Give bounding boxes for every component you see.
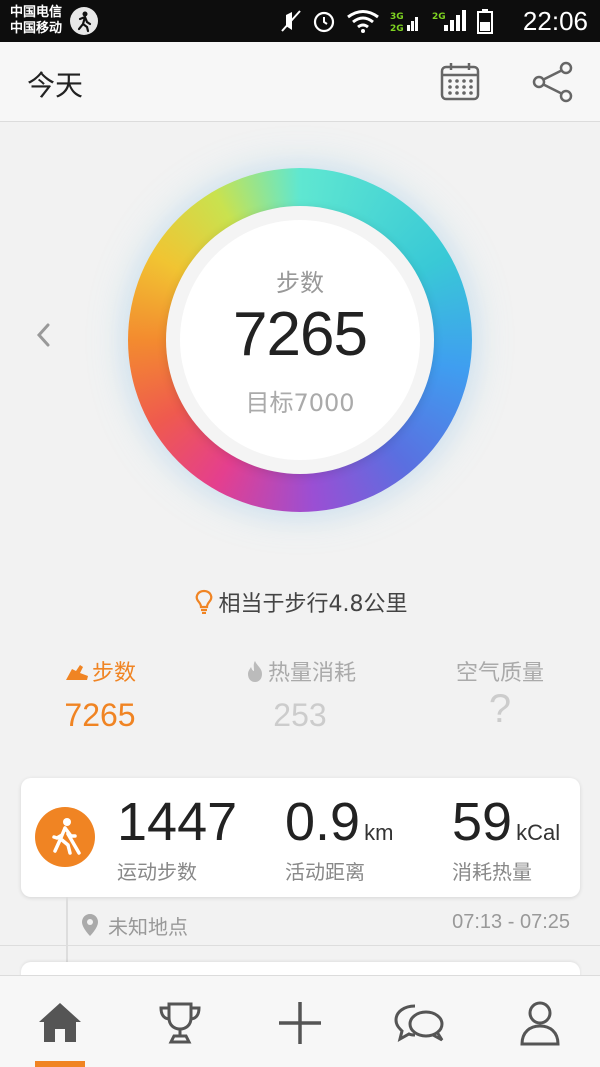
carrier-info: 中国电信 中国移动 bbox=[10, 5, 62, 37]
stat-calories-unit: kCal bbox=[516, 820, 561, 845]
stat-calories-value: 59 bbox=[452, 792, 513, 852]
activity-card[interactable]: 1447 运动步数 0.9 km 活动距离 59 kCal 消耗热量 bbox=[21, 778, 580, 897]
tab-calories-value: 253 bbox=[273, 697, 327, 733]
carrier-2: 中国移动 bbox=[10, 21, 63, 36]
trophy-icon bbox=[159, 1002, 201, 1044]
chevron-left-icon bbox=[36, 323, 50, 347]
nav-messages[interactable] bbox=[393, 998, 444, 1048]
distance-hint: 相当于步行4.8公里 bbox=[0, 586, 600, 620]
add-icon bbox=[279, 1002, 321, 1044]
svg-text:3G: 3G bbox=[390, 12, 404, 22]
bottom-navigation bbox=[0, 975, 600, 1067]
status-bar: 中国电信 中国移动 3G 2G 2G 22:06 bbox=[0, 0, 600, 42]
stat-steps-label: 运动步数 bbox=[117, 860, 197, 884]
step-ring-area: 步数 7265 目标7000 bbox=[0, 123, 600, 583]
lightbulb-icon bbox=[193, 588, 215, 620]
nav-add[interactable] bbox=[275, 998, 325, 1048]
ring-label: 步数 bbox=[276, 269, 324, 297]
carrier-1: 中国电信 bbox=[10, 5, 63, 20]
hint-text: 相当于步行4.8公里 bbox=[218, 592, 408, 617]
wifi-icon bbox=[346, 9, 380, 33]
flame-icon bbox=[244, 659, 266, 689]
location-name: 未知地点 bbox=[108, 915, 188, 939]
alarm-icon bbox=[312, 9, 336, 33]
mute-icon bbox=[280, 9, 302, 33]
calendar-icon bbox=[440, 63, 480, 101]
tab-steps[interactable]: 步数 7265 bbox=[0, 655, 200, 734]
stat-calories-label: 消耗热量 bbox=[452, 860, 532, 884]
chat-icon bbox=[394, 1004, 444, 1042]
tab-calories[interactable]: 热量消耗 253 bbox=[200, 655, 400, 734]
tab-calories-label: 热量消耗 bbox=[244, 655, 356, 689]
nav-home[interactable] bbox=[35, 998, 85, 1048]
app-header: 今天 bbox=[0, 42, 600, 122]
sport-notification-icon bbox=[70, 7, 98, 35]
tab-steps-value: 7265 bbox=[64, 697, 136, 733]
activity-time-range: 07:13 - 07:25 bbox=[452, 911, 570, 933]
stat-calories: 59 kCal 消耗热量 bbox=[452, 790, 560, 885]
step-goal: 目标7000 bbox=[245, 389, 355, 417]
tab-air-quality-value: ? bbox=[488, 687, 512, 731]
stat-distance-unit: km bbox=[364, 820, 394, 845]
share-icon bbox=[532, 61, 573, 103]
stat-distance-value: 0.9 bbox=[285, 792, 361, 852]
stat-steps: 1447 运动步数 bbox=[117, 790, 237, 885]
tab-air-quality-label: 空气质量 bbox=[455, 661, 544, 686]
svg-text:2G: 2G bbox=[390, 24, 404, 33]
status-clock: 22:06 bbox=[522, 6, 588, 36]
signal-2g-icon: 2G bbox=[432, 9, 466, 33]
home-icon bbox=[39, 1003, 81, 1042]
active-tab-indicator bbox=[35, 1061, 85, 1067]
stat-distance-label: 活动距离 bbox=[285, 860, 365, 884]
status-icons: 3G 2G 2G bbox=[280, 8, 494, 34]
summary-tabs: 步数 7265 热量消耗 253 空气质量 ? bbox=[0, 655, 600, 735]
profile-icon bbox=[520, 1001, 560, 1046]
shoe-icon bbox=[64, 661, 90, 689]
share-button[interactable] bbox=[530, 60, 576, 104]
divider bbox=[0, 945, 600, 946]
nav-profile[interactable] bbox=[515, 998, 565, 1048]
step-count: 7265 bbox=[233, 300, 368, 369]
page-title: 今天 bbox=[27, 69, 84, 102]
svg-text:2G: 2G bbox=[432, 12, 446, 22]
previous-day-button[interactable] bbox=[30, 315, 58, 355]
tab-steps-label: 步数 bbox=[64, 655, 136, 689]
stat-distance: 0.9 km 活动距离 bbox=[285, 790, 393, 885]
battery-icon bbox=[476, 8, 494, 34]
tab-air-quality[interactable]: 空气质量 ? bbox=[400, 655, 600, 732]
location-pin-icon bbox=[80, 913, 100, 941]
stat-steps-value: 1447 bbox=[117, 792, 238, 852]
calendar-button[interactable] bbox=[438, 60, 482, 104]
nav-achievements[interactable] bbox=[155, 998, 205, 1048]
signal-3g-icon: 3G 2G bbox=[390, 9, 422, 33]
activity-location-row: 未知地点 07:13 - 07:25 bbox=[80, 909, 570, 941]
walking-icon bbox=[35, 807, 95, 867]
